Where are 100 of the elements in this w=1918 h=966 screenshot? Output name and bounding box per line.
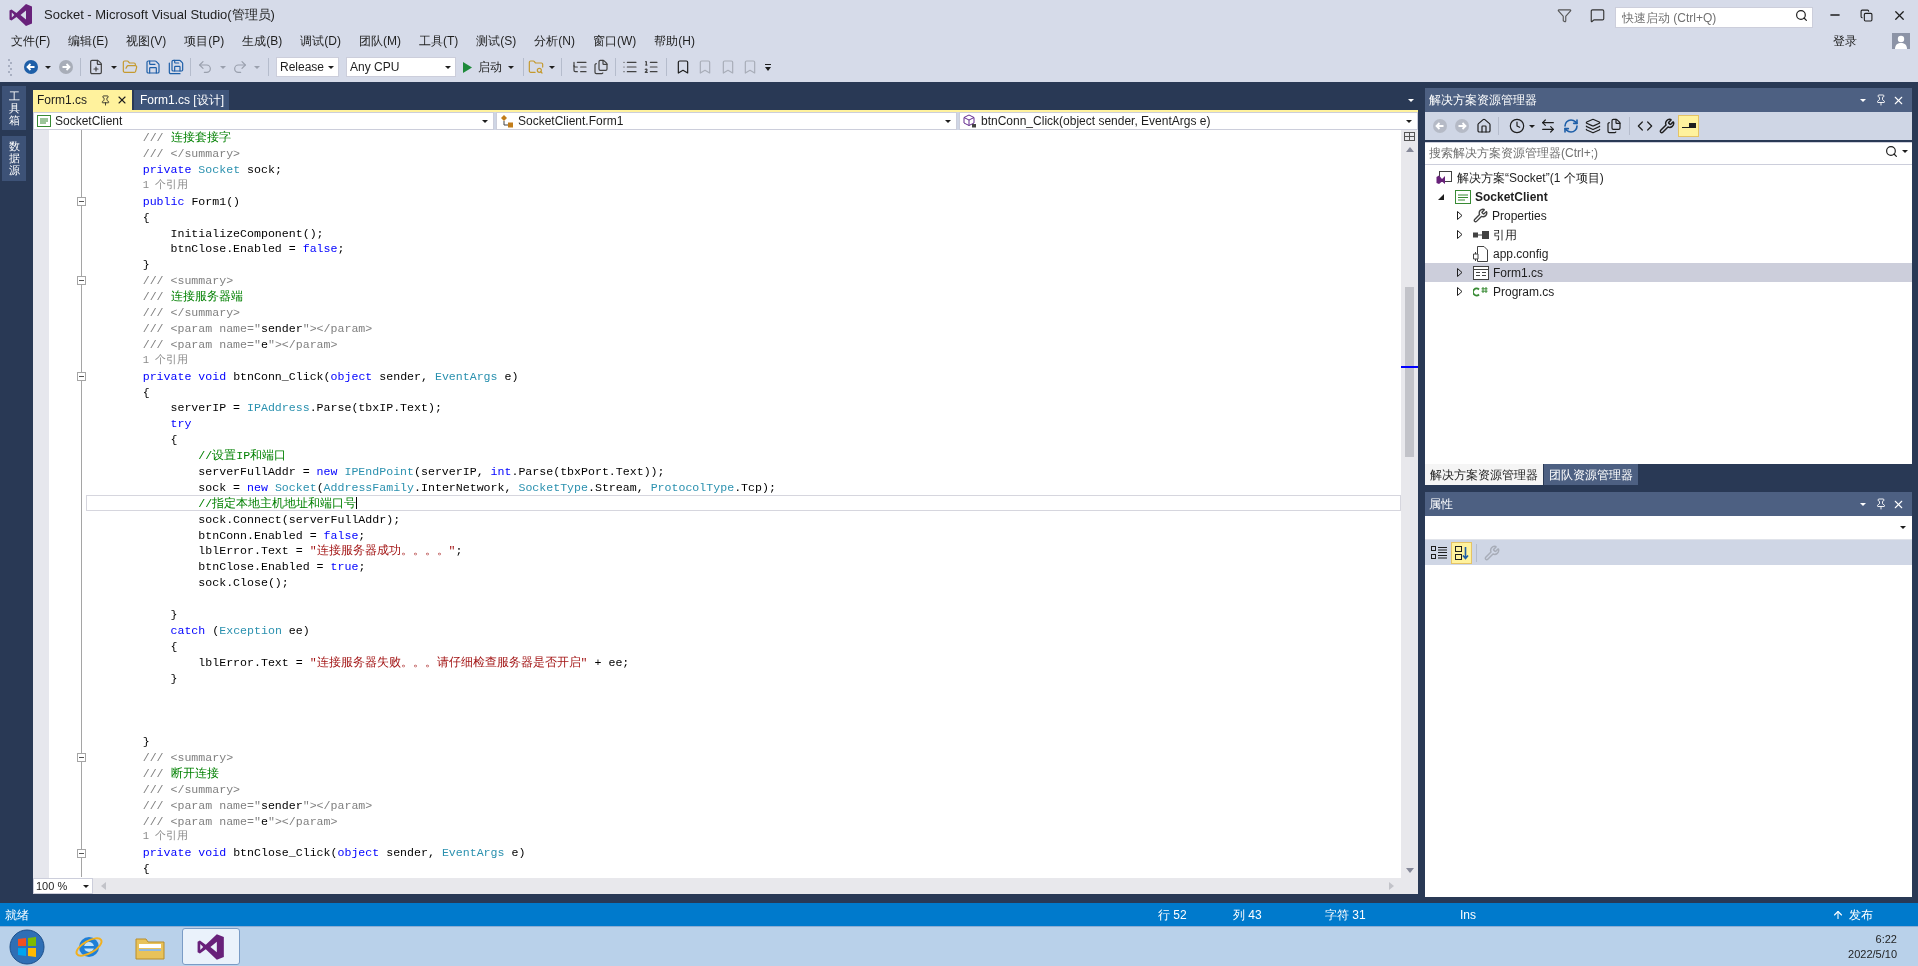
new-file-icon[interactable]	[88, 59, 104, 75]
caret-icon[interactable]	[111, 65, 117, 69]
caret-icon[interactable]	[1408, 98, 1414, 102]
collapse-icon[interactable]	[76, 371, 86, 381]
menu-item[interactable]: 窗口(W)	[584, 31, 646, 51]
close-icon[interactable]	[116, 94, 128, 106]
panel-tab[interactable]: 解决方案资源管理器	[1425, 464, 1543, 485]
caret-icon[interactable]	[328, 65, 334, 69]
sign-in-link[interactable]: 登录	[1833, 32, 1857, 50]
menu-item[interactable]: 视图(V)	[117, 31, 176, 51]
reference-count[interactable]: 1 个引用	[142, 829, 189, 845]
member-dropdown[interactable]: btnConn_Click(object sender, EventArgs e)	[959, 112, 1418, 130]
caret-icon[interactable]	[83, 884, 89, 888]
menu-item[interactable]: 帮助(H)	[645, 31, 704, 51]
caret-icon[interactable]	[549, 65, 555, 69]
save-icon[interactable]	[145, 59, 161, 75]
files-icon[interactable]	[1606, 118, 1622, 134]
pin-icon[interactable]	[1875, 498, 1887, 510]
menu-item[interactable]: 生成(B)	[233, 31, 292, 51]
caret-icon[interactable]	[1529, 124, 1535, 128]
overflow-icon[interactable]	[765, 63, 771, 71]
menu-item[interactable]: 测试(S)	[467, 31, 526, 51]
categorized-list-icon[interactable]	[1431, 545, 1447, 560]
caret-icon[interactable]	[1860, 502, 1866, 506]
configuration-dropdown[interactable]: Release	[276, 57, 339, 77]
caret-icon[interactable]	[1406, 119, 1412, 123]
save-all-icon[interactable]	[168, 59, 184, 75]
numbered-list-icon[interactable]	[643, 59, 659, 75]
taskbar-button[interactable]	[182, 928, 240, 965]
wrench-icon[interactable]	[1659, 118, 1675, 134]
caret-icon[interactable]	[1902, 150, 1908, 153]
tree-item[interactable]: SocketClient	[1425, 187, 1912, 206]
pin-icon[interactable]	[100, 94, 111, 106]
reference-count[interactable]: 1 个引用	[142, 352, 189, 369]
reference-count[interactable]: 1 个引用	[142, 177, 189, 194]
menu-item[interactable]: 项目(P)	[175, 31, 234, 51]
project-dropdown[interactable]: SocketClient	[33, 112, 494, 130]
code-line: /// 连接服务器端	[142, 289, 243, 306]
search-icon[interactable]	[1885, 145, 1898, 158]
side-tab[interactable]: 数据源	[2, 136, 26, 181]
feedback-icon[interactable]	[1590, 7, 1605, 23]
collapse-icon[interactable]	[76, 753, 86, 763]
side-tab[interactable]: 工具箱	[2, 86, 26, 131]
refresh-icon[interactable]	[1563, 118, 1579, 134]
caret-icon[interactable]	[482, 119, 488, 123]
pin-icon[interactable]	[1875, 94, 1887, 106]
grip-icon[interactable]	[8, 58, 12, 76]
tree-item[interactable]: Properties	[1425, 206, 1912, 225]
tree-item[interactable]: 引用	[1425, 225, 1912, 244]
tree-item[interactable]: 解决方案“Socket”(1 个项目)	[1425, 168, 1912, 187]
menu-item[interactable]: 编辑(E)	[59, 31, 118, 51]
caret-icon[interactable]	[508, 65, 514, 69]
list-icon[interactable]	[622, 59, 638, 75]
clock-icon[interactable]	[1509, 118, 1525, 134]
menu-item[interactable]: 分析(N)	[525, 31, 584, 51]
publish-button[interactable]: 发布	[1832, 905, 1873, 924]
collapse-icon[interactable]	[76, 848, 86, 858]
split-icon[interactable]	[1404, 132, 1415, 141]
bookmark-icon[interactable]	[675, 59, 691, 75]
platform-dropdown[interactable]: Any CPU	[346, 57, 456, 77]
restore-icon[interactable]	[1860, 8, 1873, 22]
tree-item[interactable]: Form1.cs	[1425, 263, 1912, 282]
caret-icon[interactable]	[45, 65, 51, 69]
files-icon[interactable]	[593, 59, 609, 75]
collapse-icon[interactable]	[76, 197, 86, 206]
menu-item[interactable]: 文件(F)	[2, 31, 60, 51]
two-way-arrows-icon[interactable]	[1540, 118, 1556, 134]
search-icon[interactable]	[1795, 8, 1808, 22]
filter-icon[interactable]	[1557, 7, 1572, 23]
layers-icon[interactable]	[1585, 118, 1601, 134]
caret-icon[interactable]	[1900, 526, 1906, 529]
tree-item[interactable]: Program.cs	[1425, 282, 1912, 301]
vertical-scrollbar[interactable]	[1401, 130, 1418, 878]
preview-toggle-button[interactable]	[1678, 115, 1699, 137]
scroll-down-icon[interactable]	[1405, 868, 1414, 873]
document-tab[interactable]: Form1.cs [设计]	[134, 90, 229, 110]
user-icon[interactable]	[1892, 33, 1910, 49]
back-icon[interactable]	[23, 59, 39, 75]
caret-icon[interactable]	[445, 65, 451, 69]
sort-toggle-button[interactable]	[1451, 541, 1472, 564]
home-icon[interactable]	[1476, 118, 1492, 134]
document-tab[interactable]: Form1.cs	[33, 90, 132, 110]
menu-item[interactable]: 调试(D)	[291, 31, 350, 51]
scroll-up-icon[interactable]	[1405, 147, 1414, 152]
class-dropdown[interactable]: SocketClient.Form1	[496, 112, 957, 130]
start-button[interactable]	[9, 928, 45, 965]
collapse-icon[interactable]	[76, 276, 86, 286]
zoom-dropdown[interactable]: 100 %	[33, 878, 93, 894]
start-button[interactable]: 启动	[460, 57, 516, 77]
menu-item[interactable]: 工具(T)	[410, 31, 468, 51]
list-tree-icon[interactable]	[572, 59, 588, 75]
quick-launch-field[interactable]: 快速启动 (Ctrl+Q)	[1615, 7, 1813, 28]
code-brackets-icon[interactable]	[1637, 118, 1653, 134]
search-field[interactable]: 搜索解决方案资源管理器(Ctrl+;)	[1425, 141, 1912, 165]
caret-icon[interactable]	[1860, 98, 1866, 102]
caret-icon[interactable]	[945, 119, 951, 123]
tree-item[interactable]: app.config	[1425, 244, 1912, 263]
scrollbar-thumb[interactable]	[1405, 287, 1414, 457]
menu-item[interactable]: 团队(M)	[350, 31, 410, 51]
panel-tab[interactable]: 团队资源管理器	[1544, 464, 1638, 485]
